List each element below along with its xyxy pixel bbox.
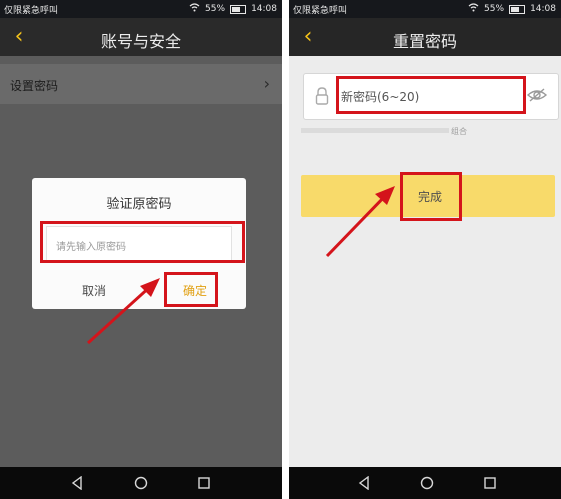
- nav-bar: [289, 467, 561, 499]
- title-bar: ‹ 重置密码: [289, 18, 561, 56]
- right-phone-screen: 仅限紧急呼叫 55% 14:08 ‹ 重置密码 新密码(6~20) 组合 完成: [289, 0, 561, 499]
- status-right: 55% 14:08: [468, 3, 556, 15]
- highlight-box-new-password: [336, 76, 526, 114]
- password-strength-hint: 组合: [451, 127, 467, 136]
- carrier-text: 仅限紧急呼叫: [4, 6, 59, 16]
- battery-icon: [509, 4, 526, 14]
- nav-home-icon[interactable]: [130, 473, 152, 493]
- set-password-row[interactable]: 设置密码 ›: [0, 64, 282, 104]
- status-bar: 仅限紧急呼叫 55% 14:08: [0, 0, 282, 18]
- nav-home-icon[interactable]: [416, 473, 438, 493]
- status-bar: 仅限紧急呼叫 55% 14:08: [289, 0, 561, 18]
- lock-icon: [315, 86, 329, 106]
- clock-time: 14:08: [530, 4, 556, 14]
- highlight-box-done: [400, 172, 462, 221]
- page-title: 账号与安全: [100, 32, 181, 51]
- highlight-box-confirm: [164, 272, 218, 307]
- left-phone-screen: 仅限紧急呼叫 55% 14:08 ‹ 账号与安全 设置密码 › 验证原密码 请先…: [0, 0, 282, 499]
- status-right: 55% 14:08: [189, 3, 277, 15]
- chevron-right-icon: ›: [263, 74, 270, 93]
- clock-time: 14:08: [251, 4, 277, 14]
- eye-icon[interactable]: [525, 86, 549, 104]
- battery-percent: 55%: [205, 4, 226, 14]
- nav-recents-icon[interactable]: [193, 473, 215, 493]
- battery-percent: 55%: [484, 4, 505, 14]
- nav-recents-icon[interactable]: [479, 473, 501, 493]
- nav-back-icon[interactable]: [66, 473, 88, 493]
- highlight-box-input: [40, 221, 245, 263]
- carrier-text: 仅限紧急呼叫: [293, 6, 348, 16]
- title-bar: ‹ 账号与安全: [0, 18, 282, 56]
- dialog-title: 验证原密码: [106, 197, 172, 212]
- battery-icon: [230, 4, 247, 14]
- password-strength-bar: [301, 128, 449, 133]
- nav-back-icon[interactable]: [353, 473, 375, 493]
- nav-bar: [0, 467, 282, 499]
- cancel-button[interactable]: 取消: [60, 278, 128, 304]
- wifi-icon: [189, 3, 200, 15]
- set-password-label: 设置密码: [10, 79, 59, 93]
- page-title: 重置密码: [392, 32, 457, 51]
- wifi-icon: [468, 3, 479, 15]
